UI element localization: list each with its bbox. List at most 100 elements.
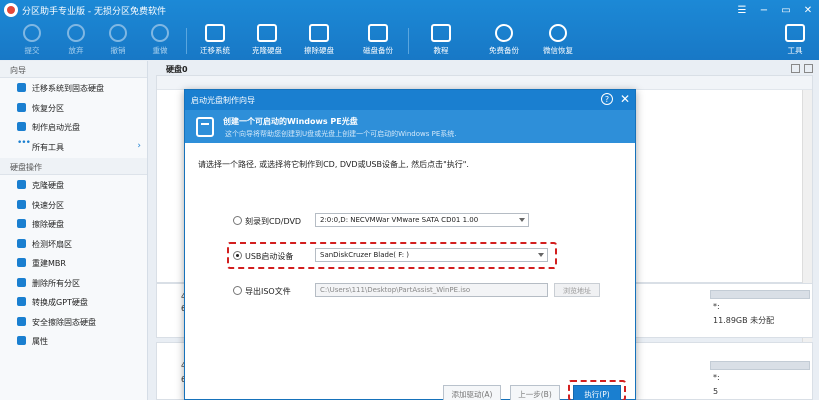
properties-icon <box>17 336 26 345</box>
dialog-close-icon[interactable]: ✕ <box>620 92 630 106</box>
view-grid-icon[interactable] <box>804 64 813 73</box>
sidebar-item-quick-partition[interactable]: 快速分区 <box>0 195 147 215</box>
minimize-icon[interactable]: − <box>753 0 775 20</box>
sidebar-item-all-tools[interactable]: ••• 所有工具 › <box>0 137 147 157</box>
radio-export-iso[interactable] <box>233 286 242 295</box>
usb-device-select[interactable]: SanDiskCruzer Blade( F: ) <box>315 248 548 262</box>
disk-title: 硬盘0 <box>166 65 188 74</box>
discard-icon <box>67 24 85 42</box>
view-list-icon[interactable] <box>791 64 800 73</box>
disk-fragment-text: *: <box>713 302 720 311</box>
toolbar-redo-button[interactable]: 重做 <box>136 22 184 60</box>
delete-icon <box>17 277 26 287</box>
eraser-icon <box>17 219 26 228</box>
toolbar-tools-button[interactable]: 工具 <box>774 22 816 60</box>
banner-title: 创建一个可启动的Windows PE光盘 <box>223 117 358 126</box>
disk-fragment-text: 5 <box>713 387 719 396</box>
tutorial-icon <box>431 24 451 42</box>
toolbar-disk-backup-button[interactable]: 磁盘备份 <box>354 22 402 60</box>
bootdisk-wizard-dialog: 启动光盘制作向导 ? ✕ 创建一个可启动的Windows PE光盘 这个向导将帮… <box>184 89 636 400</box>
back-button[interactable]: 上一步(B) <box>510 385 560 400</box>
toolbar-free-backup-button[interactable]: 免费备份 <box>480 22 528 60</box>
sidebar-item-secure-erase-ssd[interactable]: 安全擦除固态硬盘 <box>0 312 147 332</box>
view-buttons <box>791 64 813 73</box>
dialog-title: 启动光盘制作向导 <box>191 96 255 105</box>
unallocated-size: 11.89GB 未分配 <box>713 316 775 325</box>
toolbar-submit-button[interactable]: 提交 <box>8 22 56 60</box>
convert-icon <box>17 297 26 306</box>
toolbar: 提交 放弃 撤销 重做 迁移系统 克隆硬盘 擦除硬盘 磁盘备份 教程 免费备份 … <box>0 22 819 60</box>
migrate-os-icon <box>205 24 225 42</box>
toolbar-separator <box>408 28 409 54</box>
recover-icon <box>17 102 26 112</box>
option-burn-cd-dvd[interactable]: 刻录到CD/DVD <box>233 214 313 228</box>
sidebar-wizard-header: 向导 <box>0 61 147 78</box>
toolbar-separator <box>186 28 187 54</box>
toolbar-wipe-disk-button[interactable]: 擦除硬盘 <box>295 22 343 60</box>
option-usb-boot-device[interactable]: USB启动设备 <box>233 249 313 263</box>
sidebar-item-check-bad-sectors[interactable]: 检测坏扇区 <box>0 234 147 254</box>
free-backup-icon <box>495 24 513 42</box>
title-bar: 分区助手专业版 - 无损分区免费软件 ☰ − ▭ ✕ <box>0 0 819 20</box>
window-controls: ☰ − ▭ ✕ <box>731 0 819 20</box>
usb-disk-icon <box>196 117 214 137</box>
ssd-erase-icon <box>17 316 26 326</box>
sidebar-item-properties[interactable]: 属性 <box>0 331 147 351</box>
toolbar-undo-button[interactable]: 撤销 <box>94 22 142 60</box>
toolbar-wechat-recovery-button[interactable]: 微信恢复 <box>534 22 582 60</box>
close-icon[interactable]: ✕ <box>797 0 819 20</box>
sidebar-item-recover-partition[interactable]: 恢复分区 <box>0 98 147 118</box>
migrate-icon <box>17 83 26 92</box>
add-driver-button[interactable]: 添加驱动(A) <box>443 385 501 400</box>
dialog-banner: 创建一个可启动的Windows PE光盘 这个向导将帮助您创建到U盘或光盘上创建… <box>185 110 635 143</box>
sidebar: 向导 迁移系统到固态硬盘 恢复分区 制作启动光盘 ••• 所有工具 › 硬盘操作… <box>0 61 148 400</box>
panel-header <box>157 76 812 90</box>
iso-path-input[interactable]: C:\Users\111\Desktop\PartAssist_WinPE.is… <box>315 283 548 297</box>
sidebar-disk-header: 硬盘操作 <box>0 158 147 175</box>
chevron-down-icon <box>538 253 544 257</box>
app-header: 分区助手专业版 - 无损分区免费软件 ☰ − ▭ ✕ 提交 放弃 撤销 重做 迁… <box>0 0 819 60</box>
radio-usb-boot-device[interactable] <box>233 251 242 260</box>
chevron-down-icon <box>519 218 525 222</box>
sidebar-item-convert-gpt[interactable]: 转换成GPT硬盘 <box>0 292 147 312</box>
menu-icon[interactable]: ☰ <box>731 0 753 20</box>
browse-button[interactable]: 浏览地址 <box>554 283 600 297</box>
toolbar-migrate-os-button[interactable]: 迁移系统 <box>191 22 239 60</box>
rebuild-icon <box>17 258 26 267</box>
bootdisk-icon <box>17 122 26 131</box>
sidebar-item-clone-disk[interactable]: 克隆硬盘 <box>0 175 147 195</box>
disk-fragment-text: *: <box>713 373 720 382</box>
disk-backup-icon <box>368 24 388 42</box>
app-title: 分区助手专业版 - 无损分区免费软件 <box>22 7 166 17</box>
lightning-icon <box>17 199 26 209</box>
partition-bar[interactable] <box>710 361 810 370</box>
submit-icon <box>23 24 41 42</box>
wipe-disk-icon <box>309 24 329 42</box>
toolbar-clone-disk-button[interactable]: 克隆硬盘 <box>243 22 291 60</box>
sidebar-item-delete-all-partitions[interactable]: 删除所有分区 <box>0 273 147 293</box>
sidebar-item-make-bootdisk[interactable]: 制作启动光盘 <box>0 117 147 137</box>
chevron-right-icon: › <box>137 140 141 151</box>
sidebar-item-rebuild-mbr[interactable]: 重建MBR <box>0 253 147 273</box>
execute-button[interactable]: 执行(P) <box>573 385 621 400</box>
cd-dvd-select[interactable]: 2:0:0,D: NECVMWar VMware SATA CD01 1.00 <box>315 213 529 227</box>
option-export-iso[interactable]: 导出ISO文件 <box>233 284 313 298</box>
tools-icon <box>785 24 805 42</box>
toolbar-tutorial-button[interactable]: 教程 <box>417 22 465 60</box>
more-dots-icon: ••• <box>17 137 31 148</box>
redo-icon <box>151 24 169 42</box>
check-icon <box>17 238 26 248</box>
toolbar-discard-button[interactable]: 放弃 <box>52 22 100 60</box>
help-icon[interactable]: ? <box>601 93 613 105</box>
radio-burn-cd-dvd[interactable] <box>233 216 242 225</box>
clone-icon <box>17 180 26 189</box>
unallocated-bar[interactable] <box>710 290 810 299</box>
dialog-instruction: 请选择一个路径, 或选择将它制作到CD, DVD或USB设备上, 然后点击"执行… <box>198 160 469 169</box>
maximize-icon[interactable]: ▭ <box>775 0 797 20</box>
wechat-recovery-icon <box>549 24 567 42</box>
clone-disk-icon <box>257 24 277 42</box>
undo-icon <box>109 24 127 42</box>
sidebar-item-migrate-ssd[interactable]: 迁移系统到固态硬盘 <box>0 78 147 98</box>
sidebar-item-wipe-disk[interactable]: 擦除硬盘 <box>0 214 147 234</box>
banner-subtitle: 这个向导将帮助您创建到U盘或光盘上创建一个可启动的Windows PE系统. <box>225 130 457 138</box>
